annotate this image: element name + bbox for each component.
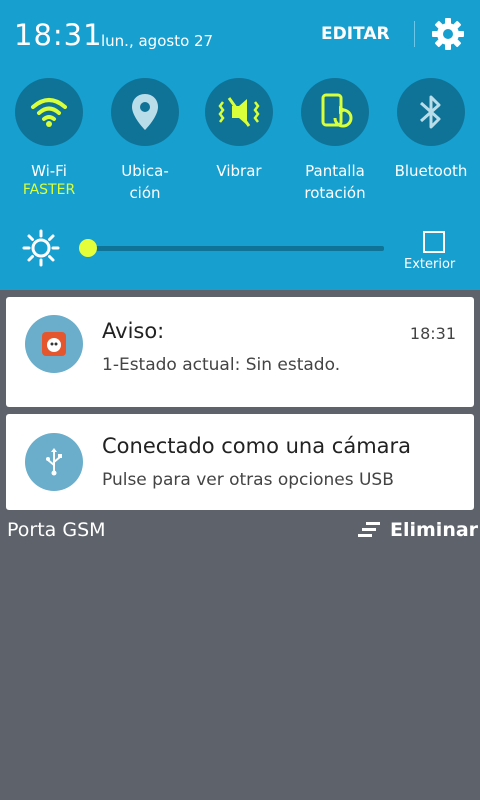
location-icon [132,94,158,130]
notification-app-icon [25,315,83,373]
vibrate-icon [218,97,260,127]
toggle-vibrate[interactable]: Vibrar [190,78,288,182]
toggle-vibrate-circle[interactable] [205,78,273,146]
toggle-location[interactable]: Ubica- ción [96,78,194,204]
clear-all-button[interactable]: Eliminar [358,519,478,541]
toggle-location-label: Ubica- ción [121,162,169,202]
carrier-name: Porta GSM [7,519,106,541]
toggle-wifi-network: FASTER [22,182,76,198]
bluetooth-icon [420,95,441,129]
notification-text: 1-Estado actual: Sin estado. [102,355,341,375]
toggle-wifi[interactable]: Wi-Fi FASTER [0,78,98,198]
notification-aviso[interactable]: Aviso: 18:31 1-Estado actual: Sin estado… [6,297,474,407]
notification-text: Pulse para ver otras opciones USB [102,470,394,490]
toggle-wifi-label: Wi-Fi [31,162,67,180]
toggle-location-circle[interactable] [111,78,179,146]
clear-all-icon [358,522,380,537]
clear-all-label: Eliminar [390,519,479,541]
brightness-slider-track[interactable] [88,246,384,251]
outdoor-label: Exterior [404,257,456,272]
app-icon [42,332,66,356]
toggle-vibrate-label: Vibrar [216,162,262,180]
status-time: 18:31 [14,18,103,52]
settings-gear-icon[interactable] [430,16,466,52]
notification-usb[interactable]: Conectado como una cámara Pulse para ver… [6,414,474,510]
notification-time: 18:31 [409,324,456,343]
toggle-rotation-label: Pantalla rotación [304,162,366,202]
usb-icon [46,448,62,476]
toggle-bluetooth-label: Bluetooth [394,162,468,180]
toggle-rotation-circle[interactable] [301,78,369,146]
quick-settings-panel: 18:31 lun., agosto 27 EDITAR Wi-Fi FASTE… [0,0,480,290]
brightness-slider-thumb[interactable] [79,239,97,257]
notification-usb-icon-circle [25,433,83,491]
notification-title: Conectado como una cámara [102,434,412,458]
toggle-rotation[interactable]: Pantalla rotación [286,78,384,204]
brightness-icon [22,229,60,267]
divider [414,21,415,47]
status-date: lun., agosto 27 [101,32,214,50]
notification-title: Aviso: [102,319,165,343]
toggle-bluetooth-circle[interactable] [397,78,465,146]
edit-button[interactable]: EDITAR [321,24,390,44]
screen-rotation-icon [321,93,353,128]
toggle-wifi-circle[interactable] [15,78,83,146]
outdoor-checkbox[interactable] [423,231,445,253]
toggle-bluetooth[interactable]: Bluetooth [382,78,480,182]
wifi-icon [31,98,67,127]
